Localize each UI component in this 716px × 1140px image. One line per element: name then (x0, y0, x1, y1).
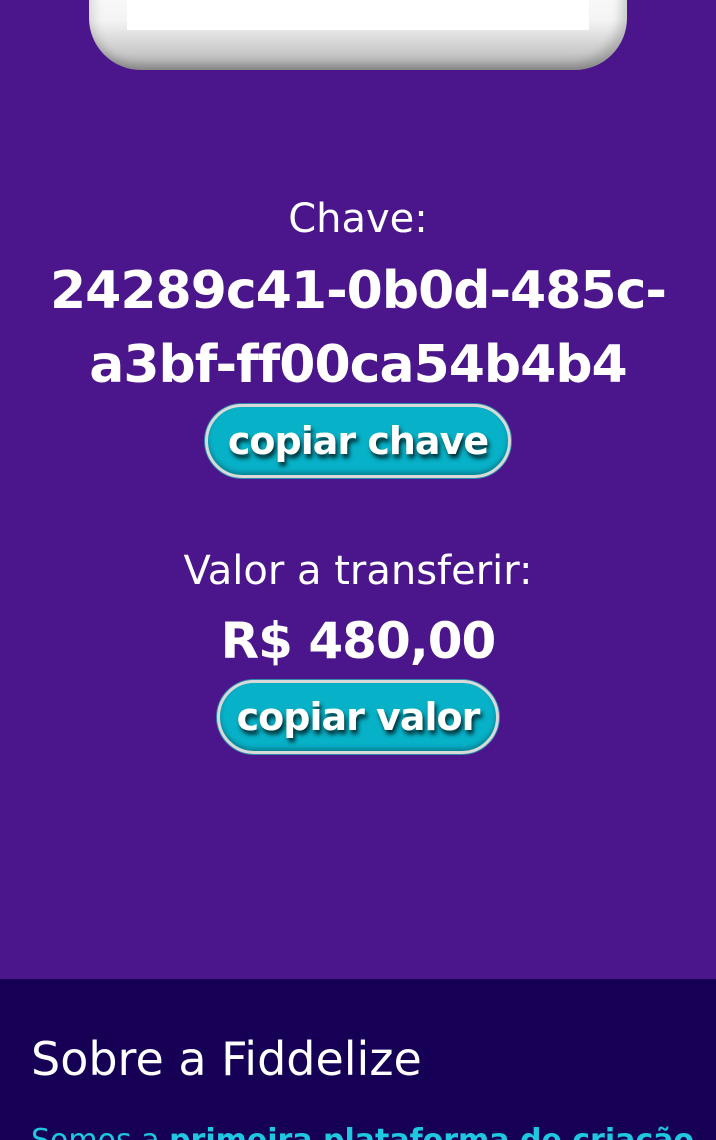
amount-label: Valor a transferir: (183, 548, 533, 594)
footer-intro-bold: primeira plataforma de criação (169, 1123, 694, 1140)
copy-amount-button[interactable]: copiar valor (217, 680, 499, 754)
footer: Sobre a Fiddelize Somos a primeira plata… (0, 979, 716, 1140)
key-label: Chave: (288, 196, 428, 242)
footer-intro-text: Somos a primeira plataforma de criação (31, 1121, 694, 1140)
footer-title: Sobre a Fiddelize (31, 1032, 422, 1086)
pix-key-value: 24289c41-0b0d-485c-a3bf-ff00ca54b4b4 (49, 261, 667, 395)
qr-code-card (89, 0, 627, 70)
footer-intro-regular: Somos a (31, 1123, 169, 1140)
qr-code-image (127, 0, 589, 30)
copy-key-button[interactable]: copiar chave (205, 404, 511, 478)
amount-value: R$ 480,00 (220, 612, 497, 670)
